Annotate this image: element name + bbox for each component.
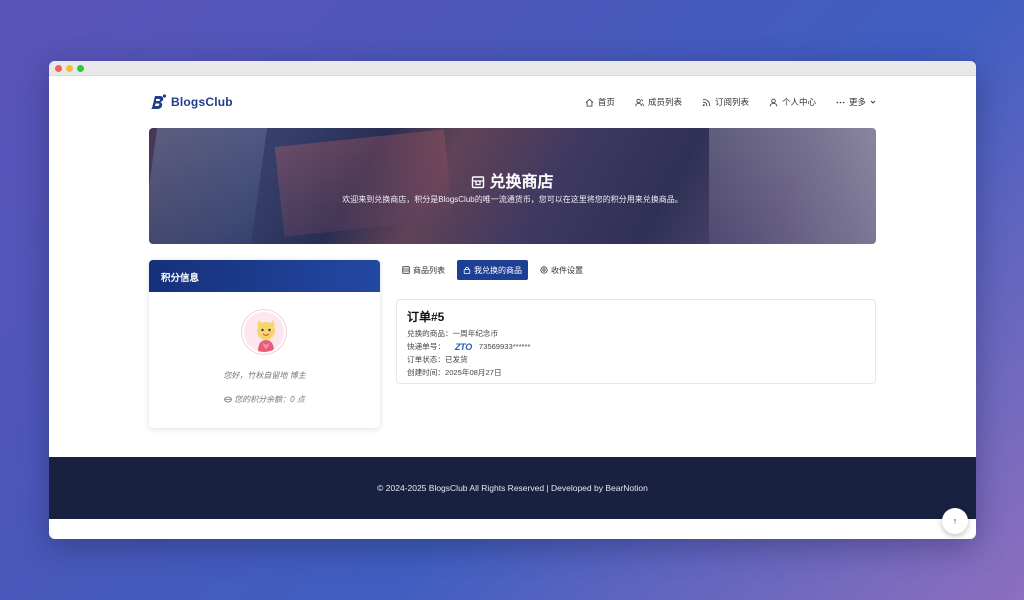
nav-item-label: 首页	[597, 97, 615, 107]
nav-item-subscriptions[interactable]: 订阅列表	[702, 96, 749, 108]
home-icon	[585, 98, 594, 107]
nav-item-label: 更多	[848, 97, 866, 107]
users-icon	[635, 98, 644, 106]
points-info-header: 积分信息	[149, 260, 380, 292]
shop-icon	[472, 176, 485, 189]
order-created-label: 创建时间：	[407, 368, 445, 377]
site-name: BlogsClub	[171, 95, 233, 109]
points-balance-text: 您的积分余额：0 点	[234, 395, 305, 404]
shop-banner: 兑换商店 欢迎来到兑换商店，积分是BlogsClub的唯一流通货币，您可以在这里…	[149, 128, 876, 244]
nav-links: 首页 成员列表 订阅列表 个人中心 更多	[585, 96, 876, 108]
banner-title: 兑换商店	[149, 168, 876, 192]
blogsclub-logo-icon	[151, 94, 167, 109]
tab-label: 商品列表	[413, 265, 445, 275]
gear-icon	[540, 266, 548, 274]
points-info-card: 积分信息 您好，竹秋自留地 博主 您的积分余额：0 点	[149, 260, 380, 428]
zto-courier-icon: ZTO	[454, 341, 472, 352]
tab-label: 我兑换的商品	[474, 265, 522, 275]
close-window-button[interactable]	[55, 64, 62, 72]
tab-product-list[interactable]: 商品列表	[396, 260, 451, 280]
order-card: 订单#5 兑换的商品： 一周年纪念币 快递单号： ZTO 73569933****…	[396, 299, 876, 384]
nav-item-label: 个人中心	[781, 97, 816, 107]
nav-item-label: 订阅列表	[714, 97, 749, 107]
more-icon	[836, 101, 845, 103]
shop-tabs: 商品列表 我兑换的商品 收件设置	[396, 260, 589, 280]
coin-icon	[224, 396, 233, 403]
maximize-window-button[interactable]	[77, 64, 84, 72]
order-created-value: 2025年08月27日	[444, 368, 502, 377]
footer-copyright: © 2024-2025 BlogsClub All Rights Reserve…	[377, 483, 648, 493]
lock-icon	[463, 266, 471, 274]
window-titlebar	[49, 61, 976, 76]
tab-label: 收件设置	[551, 265, 583, 275]
order-title: 订单#5	[407, 310, 445, 324]
order-status-value: 已发货	[444, 355, 468, 364]
site-logo[interactable]: BlogsClub	[149, 92, 233, 112]
order-tracking-row: 快递单号： ZTO 73569933******	[407, 341, 530, 352]
nav-item-profile[interactable]: 个人中心	[769, 96, 816, 108]
points-balance: 您的积分余额：0 点	[149, 394, 380, 405]
user-icon	[769, 98, 778, 106]
tab-my-redeemed[interactable]: 我兑换的商品	[457, 260, 528, 280]
chevron-down-icon	[870, 100, 876, 104]
nav-item-label: 成员列表	[647, 97, 682, 107]
scroll-to-top-button[interactable]: ↑	[942, 508, 968, 534]
banner-subtitle: 欢迎来到兑换商店，积分是BlogsClub的唯一流通货币，您可以在这里将您的积分…	[342, 195, 683, 204]
order-created-row: 创建时间： 2025年08月27日	[407, 367, 502, 378]
tab-shipping-settings[interactable]: 收件设置	[534, 260, 589, 280]
browser-window: BlogsClub 首页 成员列表 订阅列表 个人中心 更多 兑换商店 欢迎来到…	[49, 61, 976, 539]
rss-icon	[702, 98, 711, 106]
order-tracking-value: 73569933******	[478, 342, 531, 351]
avatar-image	[244, 312, 284, 352]
user-greeting: 您好，竹秋自留地 博主	[223, 371, 306, 380]
order-product-row: 兑换的商品： 一周年纪念币	[407, 328, 498, 339]
avatar[interactable]	[242, 310, 286, 354]
order-product-label: 兑换的商品：	[407, 329, 453, 338]
order-tracking-label: 快递单号：	[407, 342, 445, 351]
nav-item-members[interactable]: 成员列表	[635, 96, 682, 108]
order-status-label: 订单状态：	[407, 355, 445, 364]
top-navbar: BlogsClub 首页 成员列表 订阅列表 个人中心 更多	[149, 89, 876, 115]
nav-item-more[interactable]: 更多	[836, 96, 876, 108]
nav-item-home[interactable]: 首页	[585, 96, 615, 108]
site-footer: © 2024-2025 BlogsClub All Rights Reserve…	[49, 457, 976, 519]
order-product-value: 一周年纪念币	[452, 329, 499, 338]
list-icon	[402, 266, 410, 274]
arrow-up-icon: ↑	[952, 516, 958, 526]
order-status-row: 订单状态： 已发货	[407, 354, 468, 365]
banner-title-text: 兑换商店	[489, 174, 554, 191]
minimize-window-button[interactable]	[66, 64, 73, 72]
